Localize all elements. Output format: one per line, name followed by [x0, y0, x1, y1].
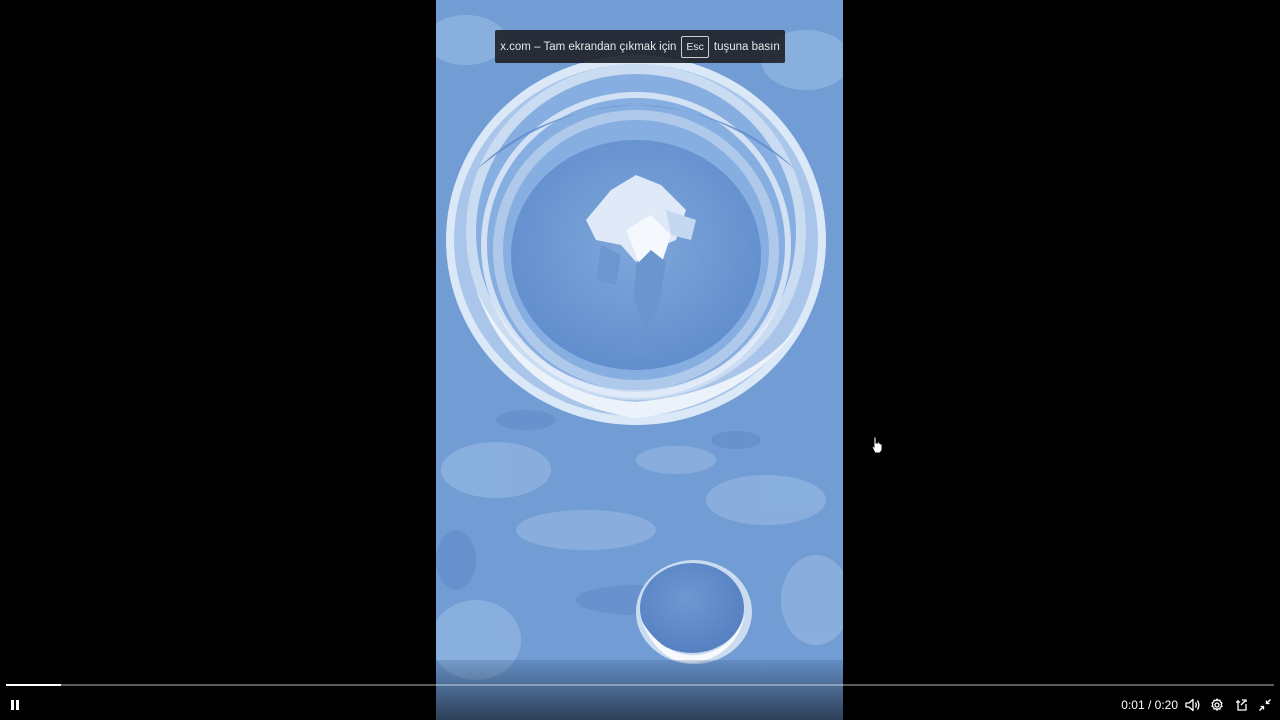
picture-in-picture-button[interactable]: [1232, 696, 1250, 714]
video-frame[interactable]: [436, 0, 843, 720]
pause-icon: [11, 700, 19, 710]
gear-icon: [1211, 698, 1223, 711]
toast-text-after: tuşuna basın: [713, 40, 780, 53]
controls-gradient: [0, 660, 1280, 720]
toast-text-before: x.com – Tam ekrandan çıkmak için: [500, 40, 677, 53]
picture-in-picture-icon: [1236, 699, 1247, 711]
pause-button[interactable]: [6, 696, 24, 714]
hand-cursor-icon: [871, 436, 883, 454]
volume-icon: [1185, 698, 1200, 712]
video-player[interactable]: x.com – Tam ekrandan çıkmak için Esc tuş…: [0, 0, 1280, 720]
seek-bar-progress: [6, 684, 61, 686]
moon-crater-video-still: [436, 0, 843, 720]
seek-bar[interactable]: [6, 684, 1274, 686]
settings-button[interactable]: [1208, 696, 1226, 714]
exit-fullscreen-icon: [1259, 699, 1271, 711]
exit-fullscreen-button[interactable]: [1256, 696, 1274, 714]
esc-key-hint: Esc: [681, 35, 709, 58]
time-separator: /: [1144, 698, 1155, 712]
volume-button[interactable]: [1184, 696, 1202, 714]
time-display: 0:01 / 0:20: [1121, 697, 1178, 713]
duration: 0:20: [1154, 698, 1178, 712]
current-time: 0:01: [1121, 698, 1145, 712]
fullscreen-exit-toast: x.com – Tam ekrandan çıkmak için Esc tuş…: [495, 30, 785, 63]
